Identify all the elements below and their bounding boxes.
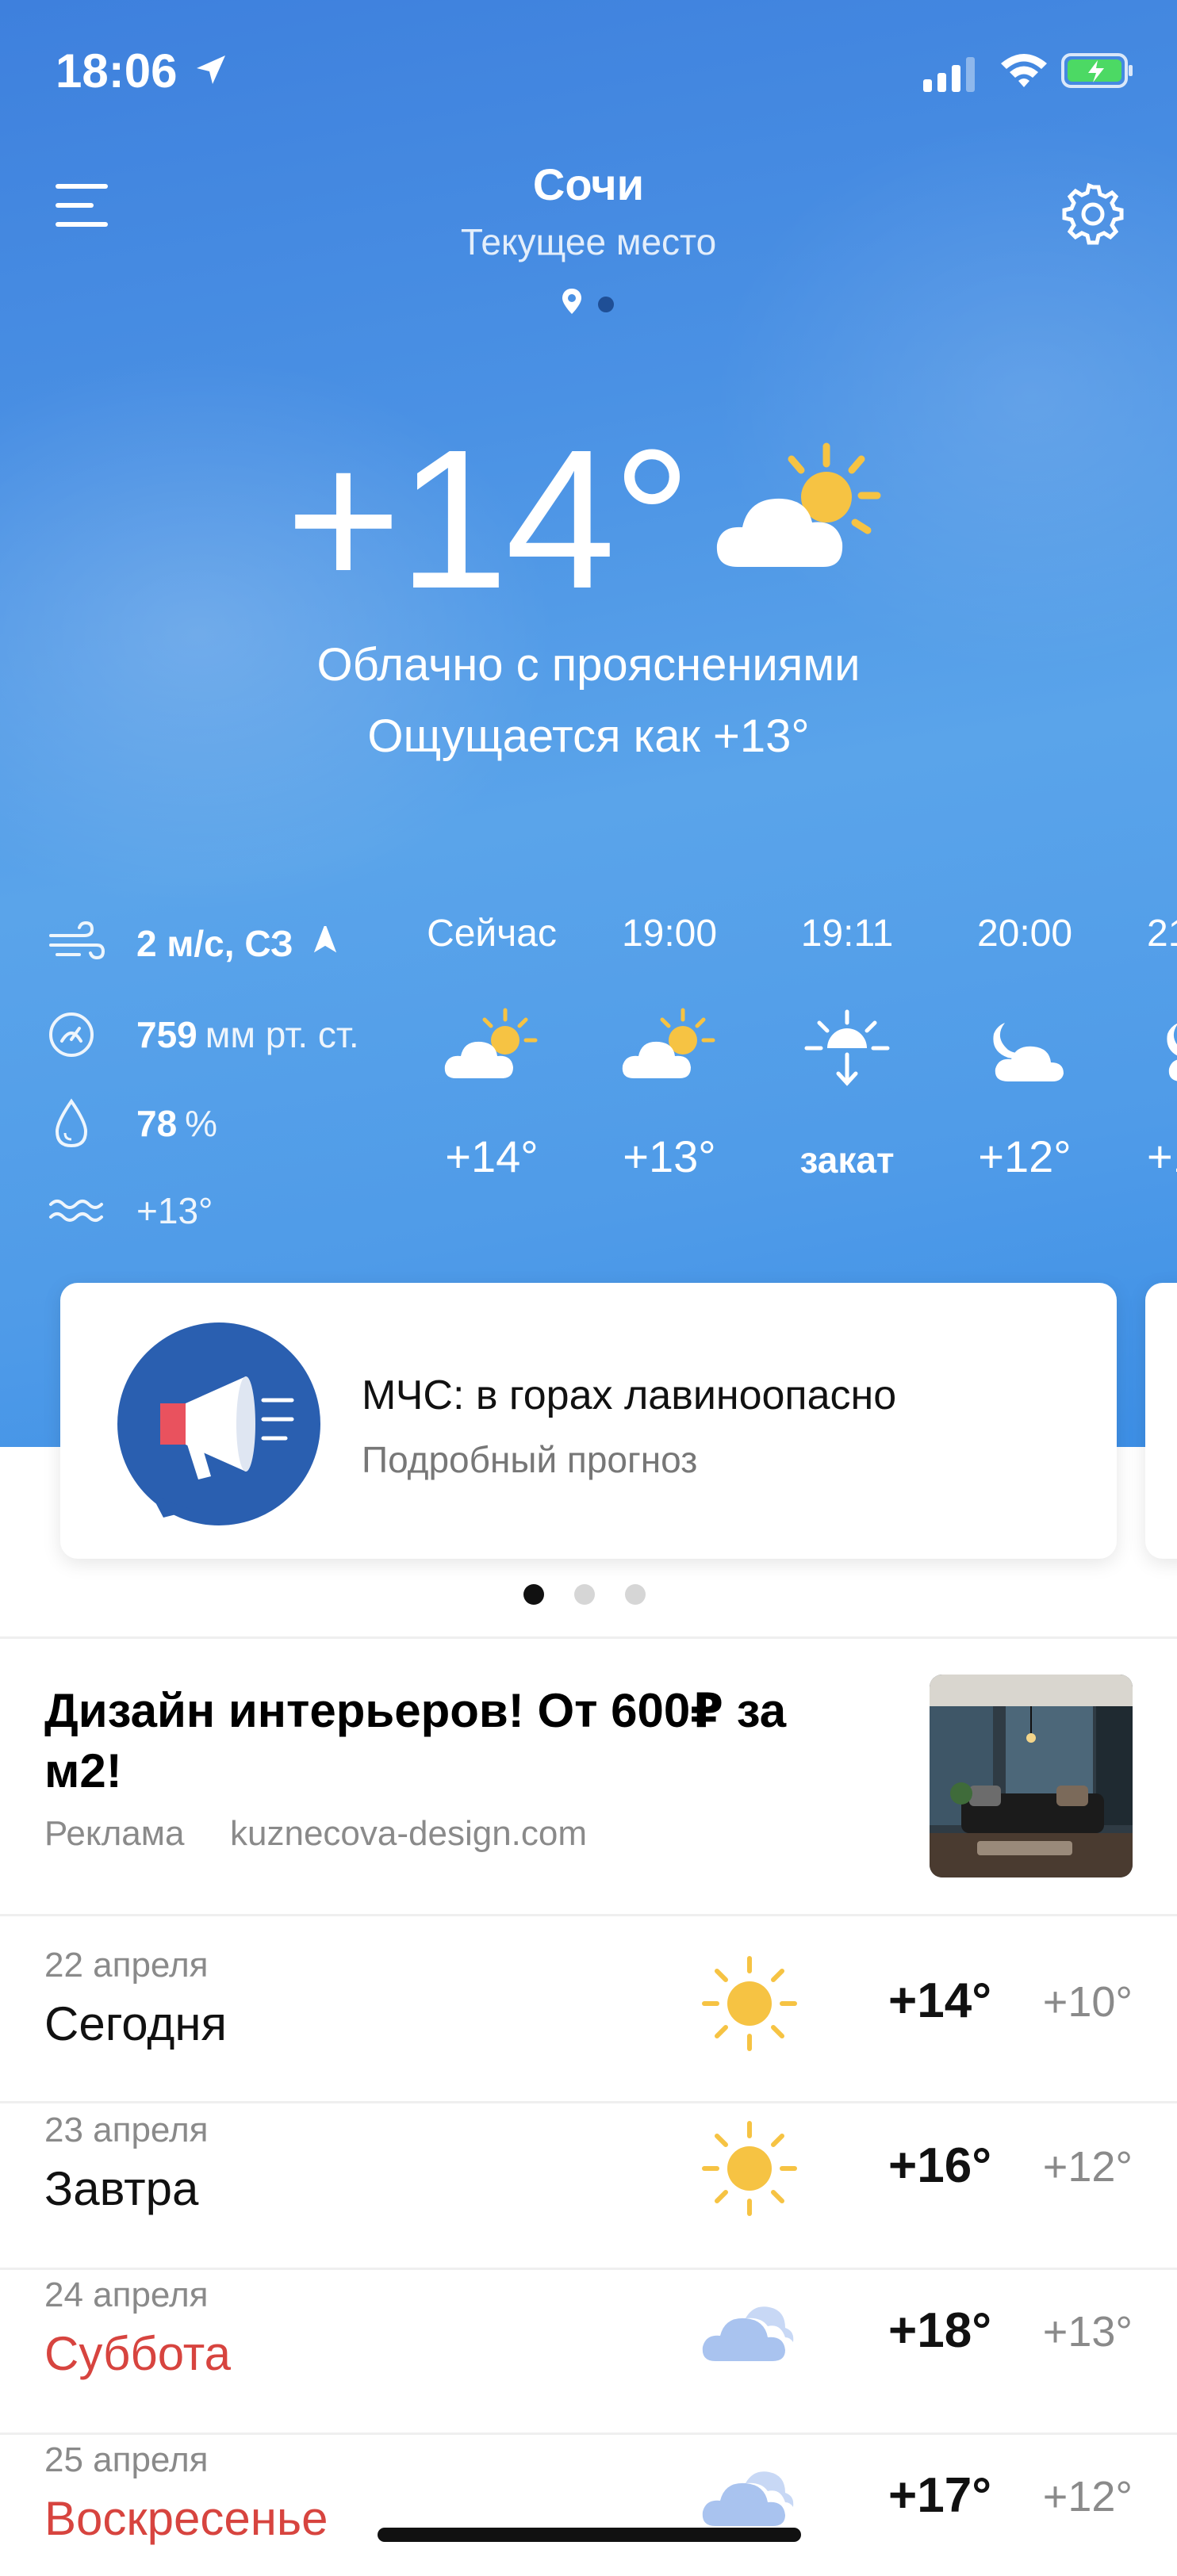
cellular-signal-icon [923, 57, 975, 92]
alert-title: МЧС: в горах лавиноопасно [362, 1372, 897, 1418]
hour-event: закат [799, 1139, 895, 1181]
pressure-gauge-icon [49, 1012, 94, 1057]
current-temperature: +14° [286, 408, 692, 630]
day-date: 23 апреля [44, 2111, 209, 2149]
partly-cloudy-sun-icon [440, 1005, 543, 1093]
hour-time: Сейчас [427, 913, 557, 955]
hourly-item[interactable]: 20:00 +12° [937, 912, 1112, 1182]
battery-charging-icon [1061, 53, 1133, 88]
megaphone-icon [117, 1322, 320, 1525]
daily-row[interactable]: 24 апреля Суббота +18° +13° [0, 2247, 1177, 2412]
settings-gear-icon[interactable] [1060, 181, 1126, 247]
day-date: 22 апреля [44, 1946, 209, 1985]
day-low: +13° [1042, 2308, 1133, 2356]
home-indicator[interactable] [378, 2528, 801, 2542]
hour-temp: +12° [978, 1131, 1072, 1181]
location-pager [555, 289, 627, 317]
hourly-item[interactable]: 19:00 +13° [582, 912, 757, 1182]
status-time: 18:06 [56, 44, 178, 98]
sun-icon [698, 2117, 801, 2220]
wind-metric: 2 м/с, СЗ [48, 916, 343, 971]
day-name: Сегодня [44, 1997, 227, 2050]
hourly-item-partial[interactable]: 21:00 +12° [1115, 912, 1177, 1182]
water-temp-metric: +13° [48, 1183, 213, 1238]
ad-domain[interactable]: kuznecova-design.com [230, 1814, 587, 1854]
water-waves-icon [49, 1200, 103, 1222]
hour-time: 19:00 [621, 913, 718, 955]
wind-icon [49, 921, 105, 960]
day-date: 24 апреля [44, 2276, 209, 2314]
pager-dot [625, 1584, 646, 1605]
pager-dot-active [523, 1584, 544, 1605]
day-date: 25 апреля [44, 2440, 209, 2479]
day-name: Воскресенье [44, 2492, 328, 2545]
daily-row[interactable]: 25 апреля Воскресенье +17° +12° [0, 2412, 1177, 2576]
hour-time: 20:00 [976, 913, 1073, 955]
day-high: +16° [888, 2138, 991, 2193]
partly-cloudy-sun-icon [716, 442, 881, 567]
pressure-metric: 759 мм рт. ст. [48, 1007, 359, 1062]
ad-interior-image[interactable] [930, 1675, 1133, 1877]
cloudy-night-icon [1147, 1005, 1177, 1093]
humidity-value: 78 [136, 1103, 178, 1144]
day-high: +14° [888, 1973, 991, 2028]
humidity-unit: % [185, 1103, 218, 1144]
day-low: +10° [1042, 1978, 1133, 2026]
hour-time: 21:00 [1147, 913, 1177, 955]
city-name[interactable]: Сочи [0, 159, 1177, 210]
ad-label: Реклама [44, 1814, 185, 1853]
pager-dot [598, 297, 614, 312]
wind-direction-icon [313, 926, 336, 953]
location-pin-icon [562, 289, 581, 314]
pressure-unit: мм рт. ст. [205, 1014, 359, 1055]
daily-row[interactable]: 22 апреля Сегодня +14° +10° [0, 1917, 1177, 2082]
daily-row[interactable]: 23 апреля Завтра +16° +12° [0, 2082, 1177, 2247]
divider [0, 1914, 1177, 1916]
wind-value: 2 м/с, СЗ [136, 923, 293, 964]
hourly-item[interactable]: 19:11 закат [760, 912, 934, 1181]
alert-card[interactable]: МЧС: в горах лавиноопасно Подробный прог… [60, 1283, 1117, 1559]
humidity-drop-icon [55, 1098, 88, 1148]
next-alert-card[interactable] [1145, 1283, 1177, 1559]
day-name: Завтра [44, 2162, 199, 2215]
location-subtitle: Текущее место [460, 221, 717, 262]
hourly-item[interactable]: Сейчас +14° [404, 912, 579, 1182]
divider [0, 1636, 1177, 1639]
humidity-metric: 78 % [48, 1096, 217, 1151]
day-low: +12° [1042, 2473, 1133, 2520]
hour-temp: +14° [445, 1131, 539, 1181]
sun-icon [698, 1952, 801, 2055]
sunset-icon [796, 1005, 899, 1093]
location-arrow-icon [197, 56, 225, 84]
pager-dot [574, 1584, 595, 1605]
alert-subtitle[interactable]: Подробный прогноз [362, 1438, 697, 1481]
day-high: +18° [888, 2303, 991, 2358]
cloud-icon [698, 2282, 801, 2385]
hour-temp: +13° [623, 1131, 716, 1181]
carousel-pager [523, 1584, 658, 1608]
weather-hero: 18:06 Сочи Текущее место +14° Облачно с … [0, 0, 1177, 1447]
ad-title[interactable]: Дизайн интерьеров! От 600₽ за м2! [44, 1681, 838, 1801]
hour-time: 19:11 [800, 913, 894, 955]
partly-cloudy-sun-icon [618, 1005, 721, 1093]
day-name: Суббота [44, 2327, 231, 2380]
hour-temp: +12° [1147, 1131, 1177, 1181]
day-high: +17° [888, 2468, 991, 2523]
water-temp-value: +13° [136, 1190, 213, 1231]
condition-text: Облачно с прояснениями [316, 639, 861, 691]
pressure-value: 759 [136, 1014, 197, 1055]
cloudy-night-icon [973, 1005, 1076, 1093]
wifi-icon [1001, 54, 1047, 87]
day-low: +12° [1042, 2143, 1133, 2191]
feels-like-text: Ощущается как +13° [367, 710, 810, 762]
